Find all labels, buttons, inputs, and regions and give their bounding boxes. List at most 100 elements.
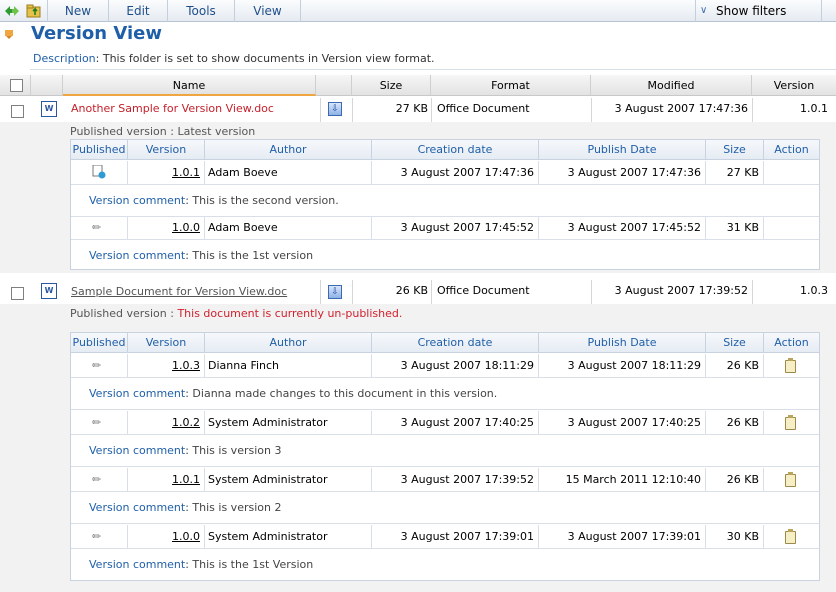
published-document-icon	[92, 165, 106, 179]
inner-header-publish-date: Publish Date	[539, 140, 706, 160]
version-comment-label: Version comment	[89, 444, 186, 457]
type-column-header	[31, 75, 63, 96]
inner-header-version: Version	[128, 140, 205, 160]
publish-date: 3 August 2007 17:40:25	[539, 411, 706, 435]
version-size: 26 KB	[706, 468, 764, 492]
new-button[interactable]: New	[47, 0, 108, 22]
version-number[interactable]: 1.0.3	[172, 359, 200, 372]
divider	[320, 98, 321, 122]
version-link[interactable]: 1.0.1	[128, 468, 205, 492]
publish-date: 15 March 2011 12:10:40	[539, 468, 706, 492]
column-header-modified[interactable]: Modified	[591, 75, 752, 96]
version-link[interactable]: 1.0.0	[128, 216, 205, 240]
divider	[431, 98, 432, 122]
version-size: 26 KB	[706, 411, 764, 435]
toolbar: New Edit Tools View ∨ Show filters	[0, 0, 836, 22]
pin-icon[interactable]: ✏	[92, 216, 101, 240]
inner-header-publish-date: Publish Date	[539, 333, 706, 353]
author: System Administrator	[205, 411, 372, 435]
version-comment: Version comment: This is the 1st version	[71, 240, 819, 272]
version-row: ✏ 1.0.3 Dianna Finch 3 August 2007 18:11…	[71, 354, 819, 378]
version-comment: Version comment: Dianna made changes to …	[71, 378, 819, 410]
version-size: 30 KB	[706, 525, 764, 549]
author: Adam Boeve	[205, 161, 372, 185]
inner-header-size: Size	[706, 140, 764, 160]
version-comment-text: : This is the second version.	[185, 194, 339, 207]
folder-description: Description: This folder is set to show …	[33, 52, 435, 65]
creation-date: 3 August 2007 17:39:52	[372, 468, 539, 492]
document-name-link[interactable]: Sample Document for Version View.doc	[71, 281, 287, 303]
version-number[interactable]: 1.0.2	[172, 416, 200, 429]
pin-icon[interactable]: ✏	[92, 411, 101, 435]
select-all-checkbox[interactable]	[10, 79, 23, 92]
published-cell	[71, 161, 128, 185]
action-cell	[764, 525, 819, 549]
publish-date: 3 August 2007 17:45:52	[539, 216, 706, 240]
clipboard-icon[interactable]	[785, 472, 796, 487]
description-text: : This folder is set to show documents i…	[95, 52, 435, 65]
show-filters-button[interactable]: ∨ Show filters	[695, 0, 822, 22]
action-cell	[764, 216, 819, 240]
author: System Administrator	[205, 468, 372, 492]
view-button[interactable]: View	[234, 0, 301, 22]
document-name-link[interactable]: Another Sample for Version View.doc	[71, 98, 274, 120]
column-header-size[interactable]: Size	[352, 75, 431, 96]
tools-button[interactable]: Tools	[167, 0, 234, 22]
published-version-info: Published version : This document is cur…	[70, 307, 402, 320]
arrows-icon[interactable]	[4, 3, 20, 19]
clipboard-icon[interactable]	[785, 358, 796, 373]
document-modified: 3 August 2007 17:39:52	[614, 284, 748, 297]
select-all-header	[0, 75, 31, 96]
page-title: Version View	[31, 23, 162, 44]
published-cell: ✏	[71, 468, 128, 492]
word-document-icon: W	[41, 101, 57, 117]
document-size: 26 KB	[395, 284, 428, 297]
version-comment: Version comment: This is version 2	[71, 492, 819, 524]
version-comment-text: : This is version 2	[185, 501, 282, 514]
expanded-gutter	[0, 122, 62, 273]
divider	[752, 280, 753, 304]
version-row: 1.0.1 Adam Boeve 3 August 2007 17:47:36 …	[71, 161, 819, 185]
action-cell	[764, 468, 819, 492]
document-checkbox[interactable]	[11, 105, 24, 118]
version-link[interactable]: 1.0.0	[128, 525, 205, 549]
creation-date: 3 August 2007 17:47:36	[372, 161, 539, 185]
pin-icon[interactable]: ✏	[92, 354, 101, 378]
inner-header-creation-date: Creation date	[372, 333, 539, 353]
unpublished-warning: This document is currently un-published.	[177, 307, 403, 320]
version-size: 26 KB	[706, 354, 764, 378]
version-number[interactable]: 1.0.0	[172, 530, 200, 543]
download-icon[interactable]: ⇩	[328, 102, 342, 116]
version-comment-text: : This is the 1st Version	[185, 558, 314, 571]
version-number[interactable]: 1.0.1	[172, 473, 200, 486]
author: Dianna Finch	[205, 354, 372, 378]
published-version-label: Published version :	[70, 307, 174, 320]
version-table: Published Version Author Creation date P…	[70, 332, 820, 581]
download-icon[interactable]: ⇩	[328, 285, 342, 299]
divider	[591, 98, 592, 122]
version-link[interactable]: 1.0.2	[128, 411, 205, 435]
divider	[591, 280, 592, 304]
pin-icon[interactable]: ✏	[92, 468, 101, 492]
version-link[interactable]: 1.0.3	[128, 354, 205, 378]
version-link[interactable]: 1.0.1	[128, 161, 205, 185]
version-size: 27 KB	[706, 161, 764, 185]
inner-header-author: Author	[205, 140, 372, 160]
edit-button[interactable]: Edit	[108, 0, 167, 22]
document-size: 27 KB	[395, 102, 428, 115]
action-cell	[764, 161, 819, 185]
document-checkbox[interactable]	[11, 287, 24, 300]
column-header-name[interactable]: Name	[63, 75, 316, 96]
clipboard-icon[interactable]	[785, 529, 796, 544]
version-table: Published Version Author Creation date P…	[70, 139, 820, 270]
published-cell: ✏	[71, 354, 128, 378]
pin-icon[interactable]: ✏	[92, 525, 101, 549]
column-header-version[interactable]: Version	[752, 75, 836, 96]
published-cell: ✏	[71, 411, 128, 435]
column-header-format[interactable]: Format	[431, 75, 591, 96]
description-label: Description	[33, 52, 96, 65]
folder-up-icon[interactable]	[26, 3, 42, 19]
version-number[interactable]: 1.0.0	[172, 221, 200, 234]
clipboard-icon[interactable]	[785, 415, 796, 430]
version-number[interactable]: 1.0.1	[172, 166, 200, 179]
